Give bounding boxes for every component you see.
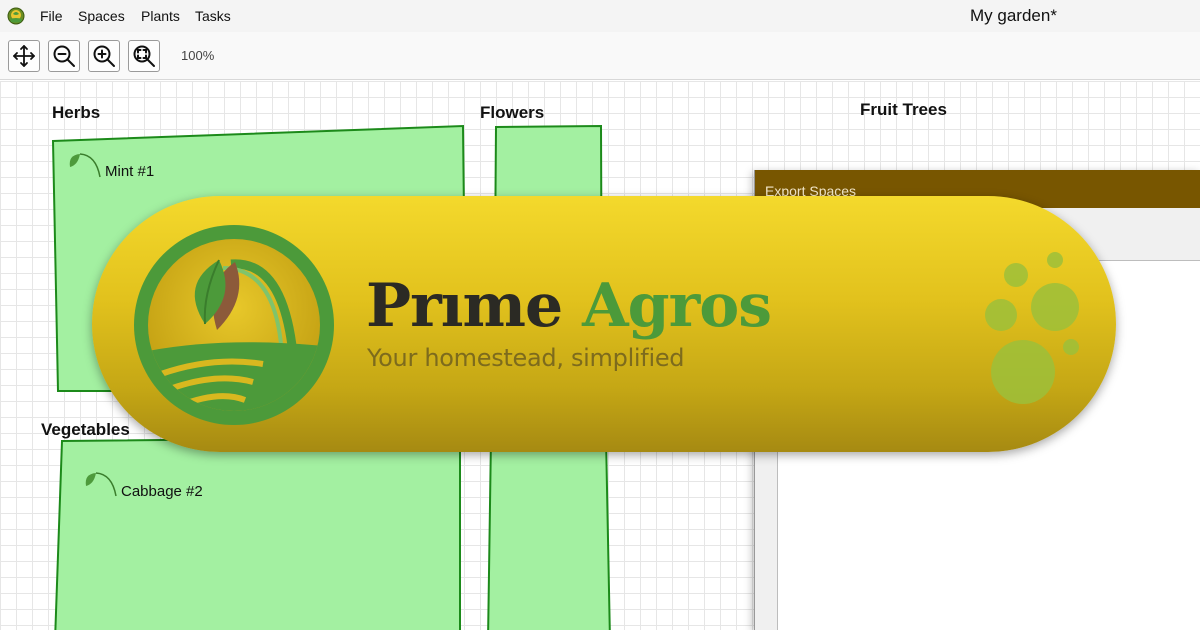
zoom-in-button[interactable] [88,40,120,72]
move-icon [13,45,35,67]
menu-tasks[interactable]: Tasks [195,8,231,24]
zoom-fit-icon [133,45,155,67]
app-logo-icon[interactable] [7,7,25,25]
brand-word-agros: Agros [582,271,772,341]
decorative-bubbles [985,252,1079,404]
space-vegetables[interactable] [54,435,461,630]
toolbar: 100% [0,32,1200,80]
menu-plants[interactable]: Plants [141,8,180,24]
zoom-out-button[interactable] [48,40,80,72]
plant-label-mint[interactable]: Mint #1 [105,163,154,180]
zoom-in-icon [93,45,115,67]
zoom-out-icon [53,45,75,67]
brand-tagline: Your homestead, simplified [367,344,685,372]
menu-file[interactable]: File [40,8,63,24]
space-label-fruit-trees: Fruit Trees [860,100,947,119]
plant-label-cabbage[interactable]: Cabbage #2 [121,483,203,500]
window-title: My garden* [970,6,1057,25]
space-label-flowers: Flowers [480,103,545,122]
move-button[interactable] [8,40,40,72]
space-label-vegetables: Vegetables [41,420,130,439]
brand-word-prime: Prıme [366,271,563,341]
space-label-herbs: Herbs [52,103,101,122]
space-unlabeled[interactable] [487,436,611,630]
prime-agros-logo-icon [134,225,334,425]
menu-bar: File Spaces Plants Tasks My garden* [0,0,1200,32]
menu-spaces[interactable]: Spaces [78,8,125,24]
brand-name: Prıme Agros [366,268,772,344]
zoom-level: 100% [181,48,215,63]
zoom-fit-button[interactable] [128,40,160,72]
